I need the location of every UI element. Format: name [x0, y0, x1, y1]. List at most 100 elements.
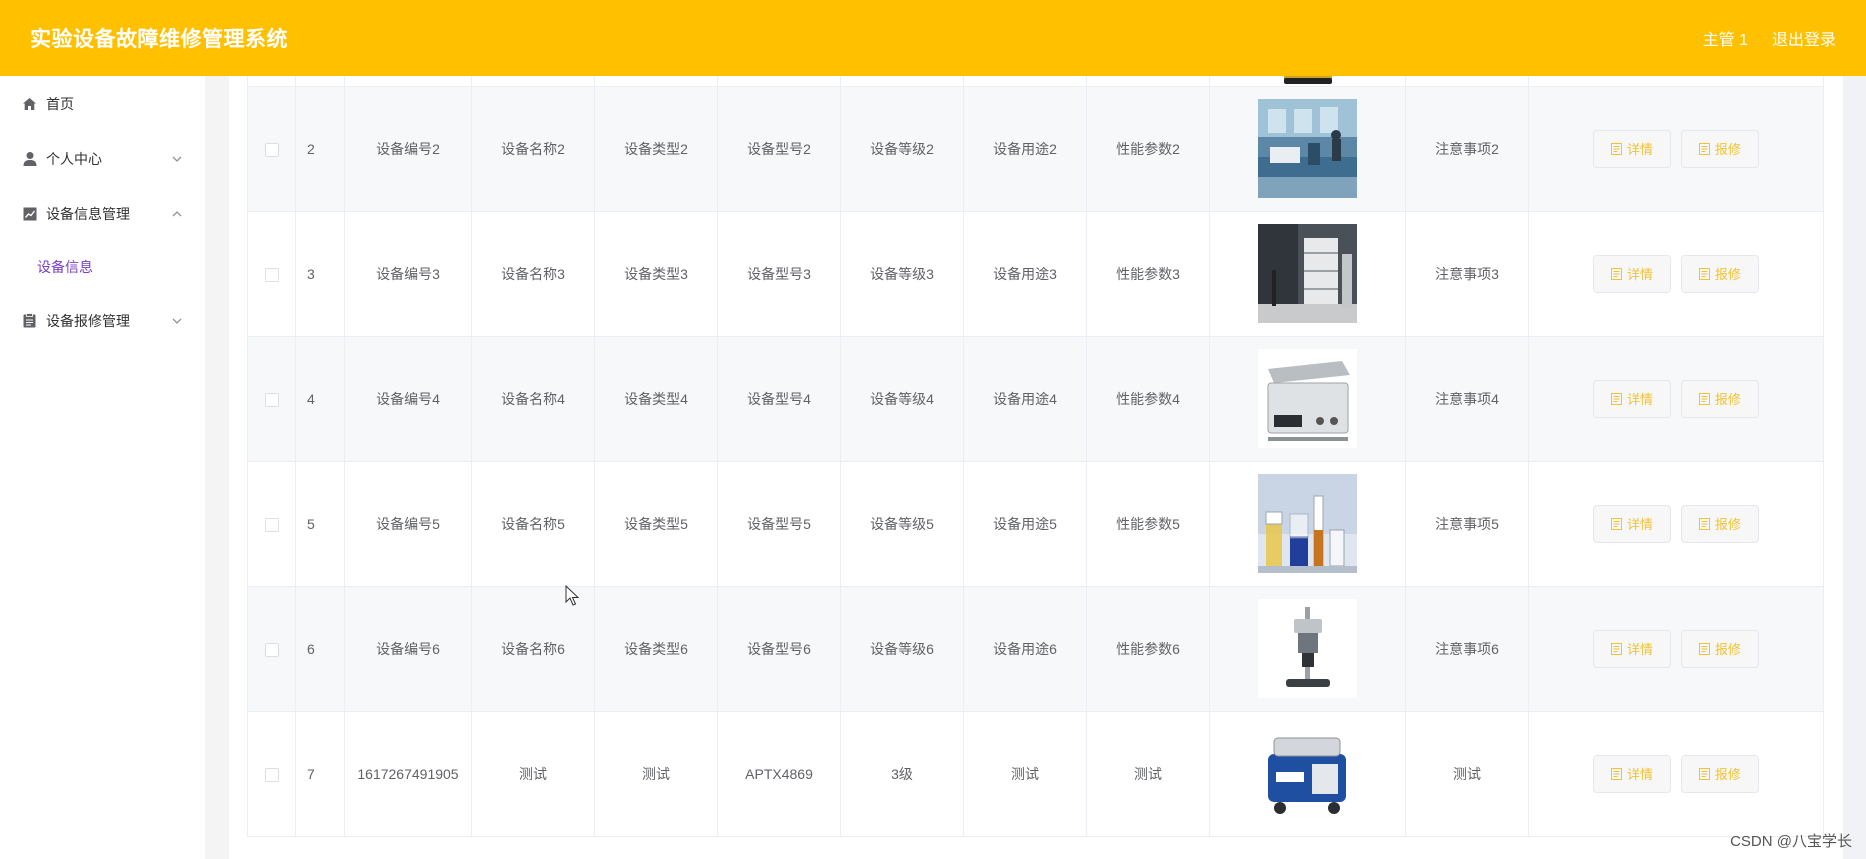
chevron-down-icon[interactable] [171, 315, 183, 327]
chevron-down-icon[interactable] [171, 153, 183, 165]
row-index: 3 [295, 211, 345, 337]
sidebar-scrollbar-gutter [205, 76, 229, 859]
device-code-cell: 设备编号4 [344, 336, 472, 462]
device-name-cell: 设备名称5 [471, 461, 595, 587]
sidebar-item-device-info-management[interactable]: 设备信息管理 [0, 186, 205, 241]
document-icon [1698, 767, 1710, 780]
device-params-cell: 测试 [1086, 711, 1210, 837]
chevron-up-icon[interactable] [171, 208, 183, 220]
device-type-cell: 设备类型3 [594, 211, 718, 337]
row-index: 6 [295, 586, 345, 712]
sidebar-item-label: 设备信息管理 [46, 205, 130, 222]
device-notes-cell: 注意事项3 [1405, 211, 1529, 337]
table-row: 6 设备编号6 设备名称6 设备类型6 设备型号6 设备等级6 设备用途6 性能… [247, 586, 1824, 712]
document-icon [1698, 142, 1710, 155]
app-title: 实验设备故障维修管理系统 [30, 28, 288, 51]
sidebar-item-repair-management[interactable]: 设备报修管理 [0, 293, 205, 348]
detail-button[interactable]: 详情 [1593, 504, 1672, 543]
device-code-cell: 1617267491905 [344, 711, 472, 837]
sidebar-item-label: 个人中心 [46, 150, 102, 167]
repair-button[interactable]: 报修 [1680, 754, 1759, 793]
chart-icon [22, 206, 37, 221]
home-icon [22, 96, 37, 111]
user-name[interactable]: 主管 1 [1703, 26, 1748, 50]
sidebar-item-label: 设备报修管理 [46, 312, 130, 329]
detail-button[interactable]: 详情 [1593, 129, 1672, 168]
device-level-cell: 3级 [840, 711, 964, 837]
device-name-cell: 设备名称2 [471, 86, 595, 212]
device-params-cell: 性能参数4 [1086, 336, 1210, 462]
detail-button[interactable]: 详情 [1593, 754, 1672, 793]
repair-button[interactable]: 报修 [1680, 379, 1759, 418]
device-purpose-cell: 设备用途2 [963, 86, 1087, 212]
device-type-cell: 设备类型5 [594, 461, 718, 587]
row-index: 7 [295, 711, 345, 837]
sidebar-item-home[interactable]: 首页 [0, 76, 205, 131]
table-row: 2 设备编号2 设备名称2 设备类型2 设备型号2 设备等级2 设备用途2 性能… [247, 86, 1824, 212]
row-checkbox[interactable] [264, 142, 279, 157]
header-actions: 主管 1 退出登录 [1703, 26, 1836, 50]
clipboard-icon [22, 313, 37, 328]
device-params-cell: 性能参数6 [1086, 586, 1210, 712]
row-checkbox[interactable] [264, 392, 279, 407]
row-checkbox[interactable] [264, 642, 279, 657]
document-icon [1611, 767, 1623, 780]
device-code-cell: 设备编号6 [344, 586, 472, 712]
sidebar-subitem-device-info[interactable]: 设备信息 [0, 241, 205, 293]
table-row: 5 设备编号5 设备名称5 设备类型5 设备型号5 设备等级5 设备用途5 性能… [247, 461, 1824, 587]
device-model-cell: 设备型号6 [717, 586, 841, 712]
device-model-cell: APTX4869 [717, 711, 841, 837]
document-icon [1698, 517, 1710, 530]
document-icon [1611, 142, 1623, 155]
device-photo-ultrasonic-cleaner [1258, 349, 1357, 448]
sidebar-subitem-label: 设备信息 [37, 259, 93, 275]
table-row: 3 设备编号3 设备名称3 设备类型3 设备型号3 设备等级3 设备用途3 性能… [247, 211, 1824, 337]
device-level-cell: 设备等级3 [840, 211, 964, 337]
device-purpose-cell: 设备用途3 [963, 211, 1087, 337]
device-level-cell: 设备等级6 [840, 586, 964, 712]
logout-link[interactable]: 退出登录 [1772, 26, 1836, 50]
device-params-cell: 性能参数5 [1086, 461, 1210, 587]
repair-button[interactable]: 报修 [1680, 129, 1759, 168]
detail-button[interactable]: 详情 [1593, 254, 1672, 293]
device-model-cell: 设备型号2 [717, 86, 841, 212]
device-notes-cell: 注意事项5 [1405, 461, 1529, 587]
device-type-cell: 设备类型2 [594, 86, 718, 212]
device-purpose-cell: 设备用途6 [963, 586, 1087, 712]
row-checkbox[interactable] [264, 517, 279, 532]
person-icon [22, 151, 37, 166]
device-purpose-cell: 设备用途5 [963, 461, 1087, 587]
table-row-partial [247, 76, 1824, 87]
row-checkbox[interactable] [264, 767, 279, 782]
device-name-cell: 测试 [471, 711, 595, 837]
device-notes-cell: 注意事项6 [1405, 586, 1529, 712]
document-icon [1611, 392, 1623, 405]
device-code-cell: 设备编号5 [344, 461, 472, 587]
document-icon [1611, 517, 1623, 530]
device-level-cell: 设备等级4 [840, 336, 964, 462]
device-purpose-cell: 设备用途4 [963, 336, 1087, 462]
device-type-cell: 设备类型4 [594, 336, 718, 462]
document-icon [1611, 267, 1623, 280]
detail-button[interactable]: 详情 [1593, 379, 1672, 418]
sidebar-item-profile[interactable]: 个人中心 [0, 131, 205, 186]
device-photo-glassware [1258, 474, 1357, 573]
document-icon [1698, 392, 1710, 405]
repair-button[interactable]: 报修 [1680, 504, 1759, 543]
repair-button[interactable]: 报修 [1680, 629, 1759, 668]
device-model-cell: 设备型号3 [717, 211, 841, 337]
device-model-cell: 设备型号4 [717, 336, 841, 462]
table-row: 7 1617267491905 测试 测试 APTX4869 3级 测试 测试 … [247, 711, 1824, 837]
watermark: CSDN @八宝学长 [1730, 833, 1852, 850]
row-checkbox[interactable] [264, 267, 279, 282]
row-index: 5 [295, 461, 345, 587]
device-name-cell: 设备名称4 [471, 336, 595, 462]
device-notes-cell: 测试 [1405, 711, 1529, 837]
device-params-cell: 性能参数2 [1086, 86, 1210, 212]
device-photo-instrument [1258, 224, 1357, 323]
detail-button[interactable]: 详情 [1593, 629, 1672, 668]
device-type-cell: 测试 [594, 711, 718, 837]
device-level-cell: 设备等级2 [840, 86, 964, 212]
repair-button[interactable]: 报修 [1680, 254, 1759, 293]
row-index: 2 [295, 86, 345, 212]
